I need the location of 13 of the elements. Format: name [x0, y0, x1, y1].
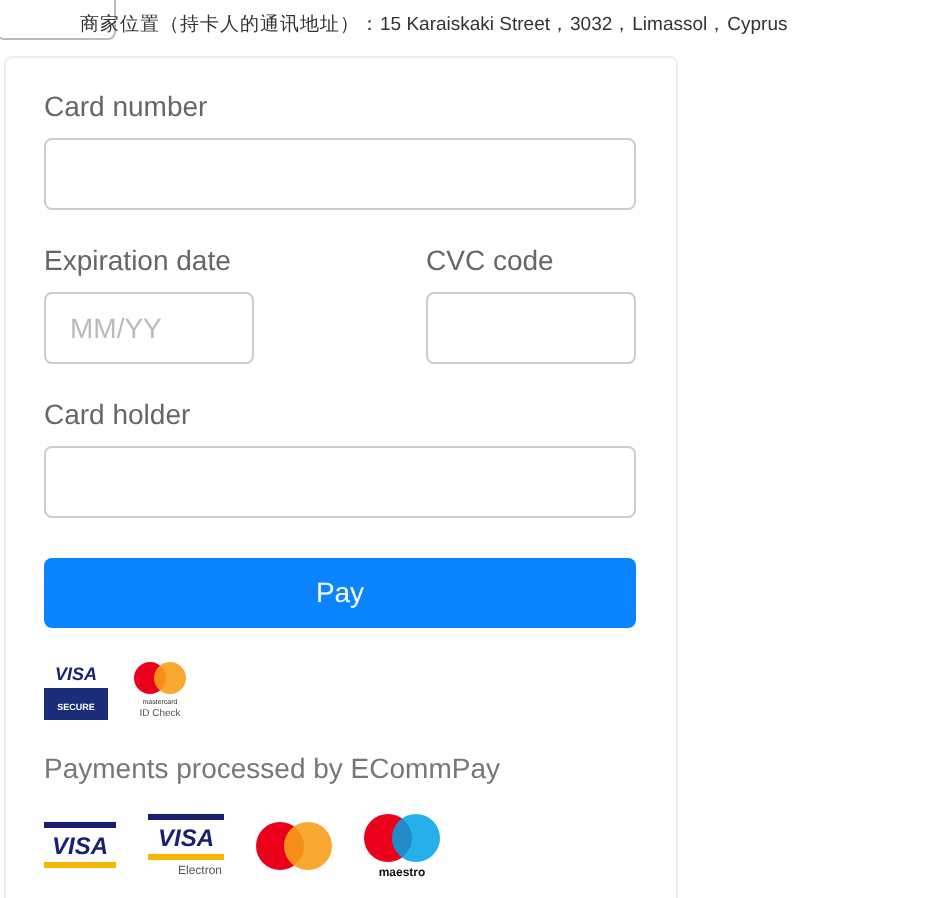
field-label: Card number — [44, 88, 210, 126]
field-label: CVC code — [426, 242, 556, 280]
merchant-address: 商家位置（持卡人的通讯地址）：15 Karaiskaki Street，3032，Limassol，Cyprus — [80, 12, 788, 40]
mastercard-logo — [256, 822, 332, 870]
input-field[interactable] — [44, 138, 636, 210]
visa-logo: VISA — [44, 822, 116, 870]
input-field[interactable]: MM/YY — [44, 292, 254, 364]
field-label: Expiration date — [44, 242, 233, 280]
processed-by-text: Payments processed by ECommPay — [44, 750, 502, 788]
input-field[interactable] — [426, 292, 636, 364]
input-field[interactable] — [44, 446, 636, 518]
pay-button[interactable]: Pay — [44, 558, 636, 628]
field-label: Card holder — [44, 396, 193, 434]
